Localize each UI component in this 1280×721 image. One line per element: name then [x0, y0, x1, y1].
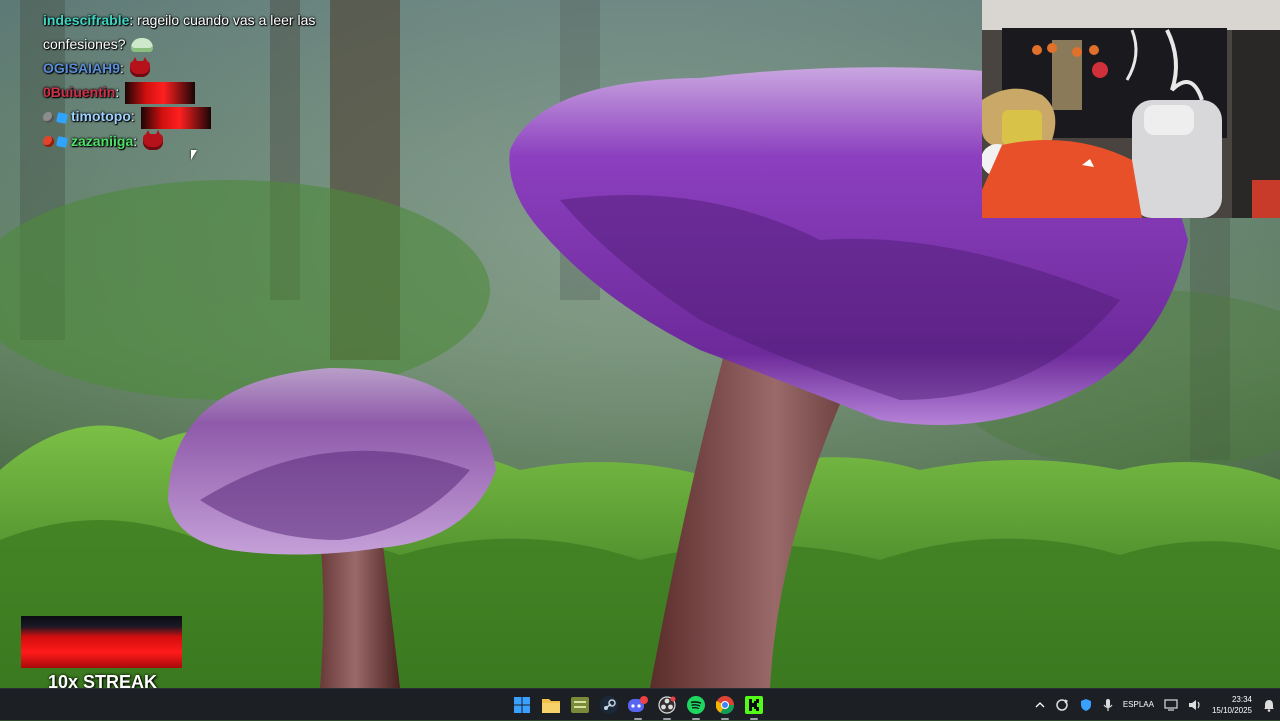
microphone-icon: [1103, 699, 1113, 711]
red-wide-emote: [140, 106, 211, 129]
webcam-feed-image: [982, 0, 1280, 218]
keyboard-layout-code: LAA: [1138, 700, 1154, 709]
taskbar-file-explorer[interactable]: [541, 695, 561, 715]
clock[interactable]: 23:34 15/10/2025: [1212, 694, 1252, 716]
red-wide-emote: [125, 82, 196, 105]
chat-separator: :: [115, 84, 120, 100]
notifications-button[interactable]: [1263, 699, 1275, 712]
spotify-icon: [687, 696, 705, 714]
stream-chat-overlay: indescifrable: rageilo cuando vas a leer…: [43, 8, 343, 153]
taskbar-spotify[interactable]: [686, 695, 706, 720]
language-indicator[interactable]: ESP LAA: [1123, 700, 1154, 710]
taskbar: ESP LAA 23:34 15/10/2025: [0, 688, 1280, 720]
discord-icon: [628, 696, 648, 712]
devil-emote: [129, 57, 150, 78]
chat-message: OGISAIAH9:: [43, 56, 343, 80]
red-badge-icon: [43, 136, 54, 148]
kick-icon: [745, 696, 763, 714]
taskbar-chrome[interactable]: [715, 695, 735, 720]
chat-message: timotopo:: [43, 104, 343, 129]
taskbar-discord[interactable]: [628, 695, 648, 720]
chevron-up-icon: [1035, 702, 1045, 708]
prime-badge-icon: [56, 135, 68, 148]
chat-text: confesiones?: [43, 36, 126, 52]
sync-icon: [1056, 699, 1068, 711]
taskbar-app[interactable]: [570, 695, 590, 715]
clock-date: 15/10/2025: [1211, 706, 1252, 715]
speaker-icon: [1188, 700, 1200, 710]
windows-start-button[interactable]: [512, 695, 532, 715]
chat-username: zazaniiga: [71, 132, 134, 149]
chat-username: timotopo: [71, 108, 131, 125]
shield-icon: [1080, 699, 1091, 711]
tray-security[interactable]: [1079, 698, 1093, 712]
streak-image: [21, 616, 182, 668]
chat-message: zazaniiga:: [43, 129, 343, 153]
chat-text: rageilo cuando vas a leer las: [133, 12, 316, 28]
chat-separator: :: [130, 108, 135, 125]
webcam-overlay: [982, 0, 1280, 218]
app-icon: [571, 697, 589, 713]
chrome-icon: [716, 696, 734, 714]
prime-badge-icon: [56, 111, 68, 124]
system-tray: ESP LAA 23:34 15/10/2025: [1030, 689, 1280, 721]
taskbar-apps: [512, 689, 764, 721]
network-icon: [1164, 699, 1178, 711]
devil-emote: [143, 129, 164, 150]
clock-time: 23:34: [1231, 695, 1252, 704]
chat-message-continuation: confesiones?: [43, 32, 343, 56]
grey-badge-icon: [43, 112, 54, 124]
taskbar-steam[interactable]: [599, 695, 619, 715]
chat-username: OGISAIAH9: [43, 60, 121, 76]
language-code: ESP: [1122, 700, 1139, 709]
mouse-pointer-icon: [191, 150, 197, 160]
chat-message: indescifrable: rageilo cuando vas a leer…: [43, 8, 343, 32]
chat-separator: :: [120, 60, 124, 76]
chat-message: 0Buiuentin:: [43, 80, 343, 105]
bell-icon: [1264, 699, 1274, 712]
taskbar-obs[interactable]: [657, 695, 677, 720]
chat-username: 0Buiuentin: [43, 84, 116, 100]
folder-icon: [542, 699, 560, 713]
taskbar-kick[interactable]: [744, 695, 764, 720]
steam-icon: [600, 696, 618, 714]
chat-username: indescifrable: [43, 12, 130, 28]
show-hidden-icons-button[interactable]: [1035, 701, 1045, 709]
tray-volume[interactable]: [1188, 699, 1202, 711]
frog-emote: [131, 38, 154, 53]
tray-sync[interactable]: [1055, 698, 1069, 712]
tray-microphone[interactable]: [1103, 698, 1113, 712]
windows-icon: [514, 697, 530, 713]
tray-network[interactable]: [1164, 699, 1178, 711]
obs-icon: [658, 696, 676, 714]
chat-separator: :: [133, 132, 138, 149]
